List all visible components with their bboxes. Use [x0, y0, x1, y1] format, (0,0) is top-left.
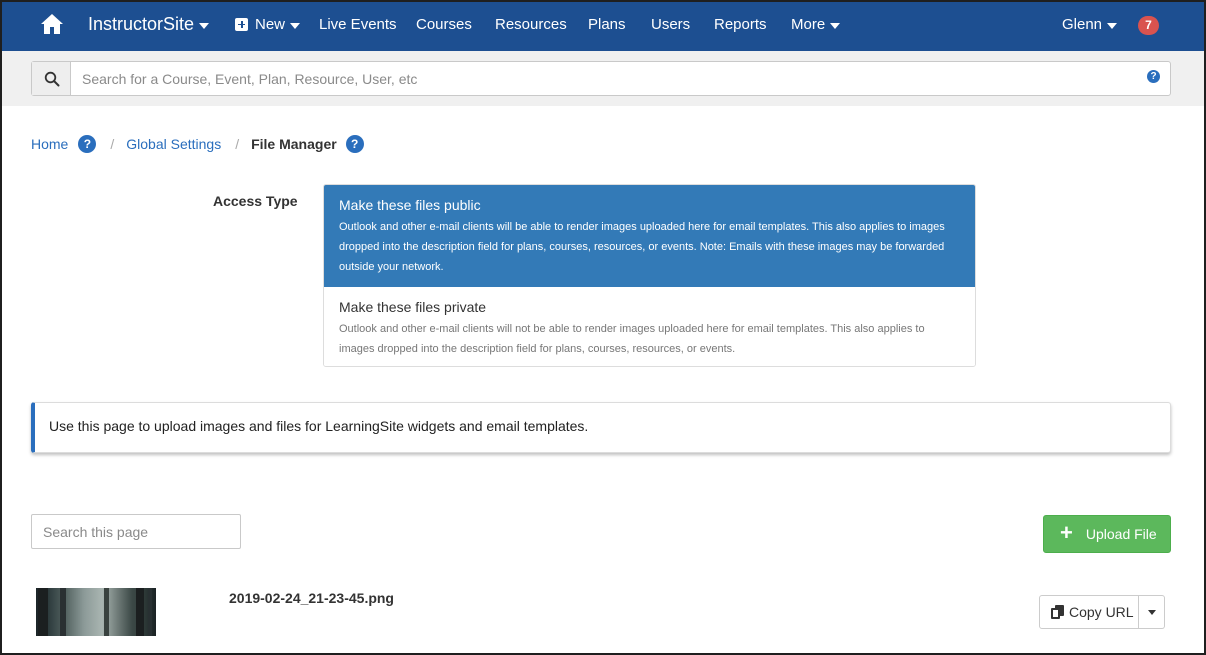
- more-label: More: [791, 16, 826, 33]
- nav-resources[interactable]: Resources: [495, 16, 567, 33]
- file-name[interactable]: 2019-02-24_21-23-45.png: [229, 590, 394, 606]
- nav-users[interactable]: Users: [651, 16, 690, 33]
- access-type-label: Access Type: [213, 193, 298, 209]
- breadcrumb-home[interactable]: Home: [31, 136, 68, 152]
- page-search-input[interactable]: [31, 514, 241, 549]
- global-search: ?: [31, 61, 1171, 96]
- chevron-down-icon: [1107, 22, 1118, 29]
- option-private-description: Outlook and other e-mail clients will no…: [339, 323, 925, 355]
- search-icon: [44, 71, 60, 87]
- upload-file-label: Upload File: [1085, 526, 1157, 542]
- upload-file-button[interactable]: + Upload File: [1043, 515, 1171, 553]
- top-navbar: InstructorSite New Live Events Courses R…: [0, 0, 1206, 51]
- user-label: Glenn: [1062, 16, 1103, 33]
- option-private-title: Make these files private: [339, 299, 487, 315]
- nav-reports[interactable]: Reports: [714, 16, 767, 33]
- more-menu[interactable]: More: [791, 16, 841, 33]
- copy-url-label: Copy URL: [1069, 604, 1134, 620]
- breadcrumb-separator: /: [235, 136, 240, 152]
- new-label: New: [255, 16, 286, 33]
- chevron-down-icon: [830, 22, 841, 29]
- chevron-down-icon: [290, 22, 301, 29]
- option-public-description: Outlook and other e-mail clients will be…: [339, 221, 945, 273]
- copy-icon: [1051, 605, 1064, 619]
- help-icon[interactable]: ?: [345, 135, 364, 153]
- option-private[interactable]: Make these files private Outlook and oth…: [324, 287, 975, 366]
- plus-icon: +: [1060, 519, 1073, 545]
- info-alert: Use this page to upload images and files…: [31, 402, 1171, 453]
- option-public[interactable]: Make these files public Outlook and othe…: [324, 185, 975, 287]
- page-title: File Manager: [251, 136, 337, 152]
- home-button[interactable]: [40, 12, 64, 36]
- copy-url-dropdown[interactable]: [1139, 595, 1165, 629]
- chevron-down-icon: [199, 22, 210, 29]
- search-button[interactable]: [32, 62, 71, 95]
- nav-courses[interactable]: Courses: [416, 16, 472, 33]
- search-input[interactable]: [71, 62, 1170, 95]
- nav-live-events[interactable]: Live Events: [319, 16, 397, 33]
- help-icon[interactable]: ?: [1147, 70, 1160, 83]
- copy-url-group: Copy URL: [1039, 595, 1165, 629]
- home-icon: [41, 14, 63, 34]
- chevron-down-icon: [1147, 609, 1156, 615]
- breadcrumb-separator: /: [110, 136, 115, 152]
- option-public-title: Make these files public: [339, 197, 481, 213]
- info-alert-text: Use this page to upload images and files…: [49, 418, 589, 434]
- brand-menu[interactable]: InstructorSite: [88, 14, 210, 35]
- breadcrumb: Home ? / Global Settings / File Manager …: [31, 135, 364, 153]
- brand-label: InstructorSite: [88, 14, 195, 34]
- breadcrumb-global-settings[interactable]: Global Settings: [126, 136, 221, 152]
- access-type-options: Make these files public Outlook and othe…: [323, 184, 976, 367]
- copy-url-button[interactable]: Copy URL: [1039, 595, 1140, 629]
- help-icon[interactable]: ?: [78, 135, 97, 153]
- nav-plans[interactable]: Plans: [588, 16, 626, 33]
- new-menu[interactable]: New: [235, 16, 301, 33]
- file-thumbnail[interactable]: [36, 588, 156, 636]
- notification-badge[interactable]: 7: [1138, 16, 1159, 35]
- plus-square-icon: [235, 18, 248, 31]
- user-menu[interactable]: Glenn: [1062, 16, 1118, 33]
